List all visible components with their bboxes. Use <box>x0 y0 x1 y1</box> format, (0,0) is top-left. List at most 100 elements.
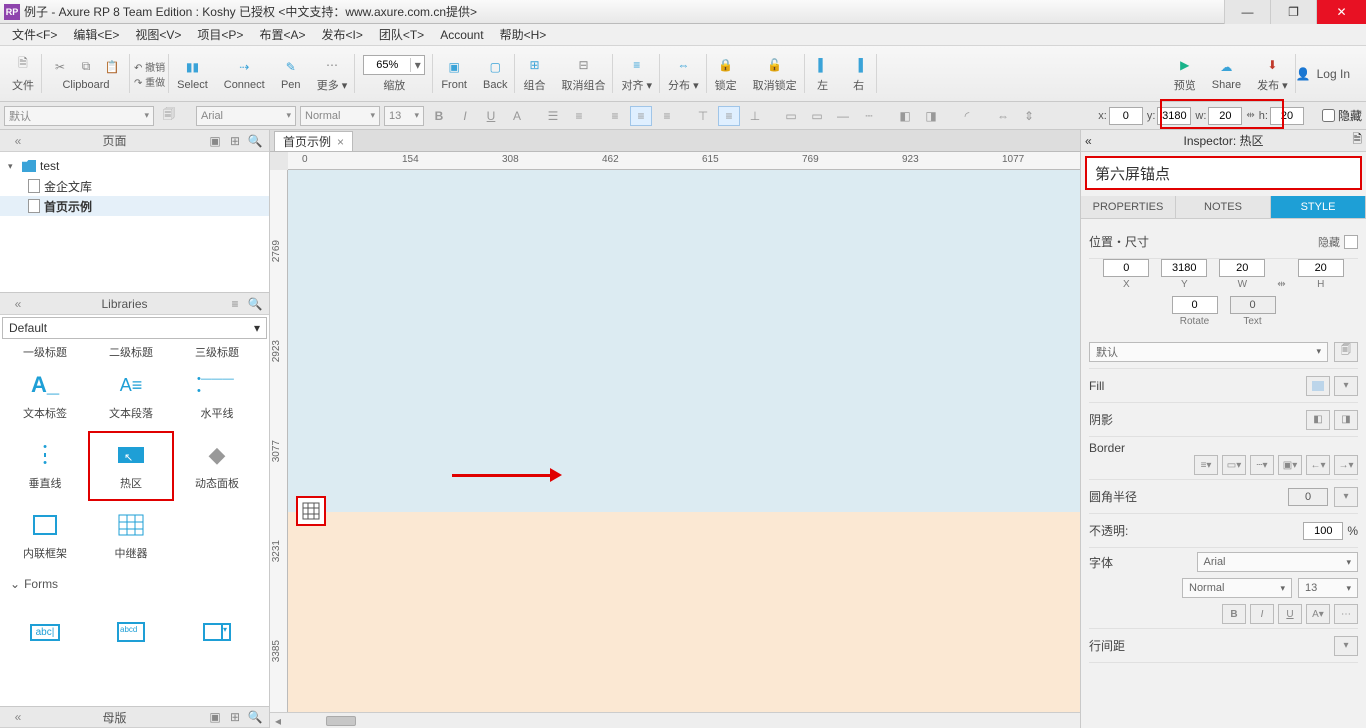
style-manager-icon[interactable]: 🗐 <box>158 106 180 126</box>
login-button[interactable]: 👤Log In <box>1296 67 1362 81</box>
more-label[interactable]: 更多 ▾ <box>317 77 348 93</box>
valign-top-icon[interactable]: ⊤ <box>692 106 714 126</box>
lib-item-textarea[interactable]: abcd <box>88 597 174 667</box>
align-right-icon[interactable]: ▐ <box>849 55 869 75</box>
fill-dropdown-icon[interactable]: ▾ <box>1334 376 1358 396</box>
align-label[interactable]: 对齐 ▾ <box>621 77 652 93</box>
border-style-btn[interactable]: ┄▾ <box>1250 455 1274 475</box>
tab-properties[interactable]: PROPERTIES <box>1081 196 1176 218</box>
close-button[interactable]: ✕ <box>1316 0 1366 24</box>
search-icon[interactable]: 🔍 <box>247 709 263 725</box>
lib-item[interactable]: 二级标题 <box>88 345 174 359</box>
x-input[interactable] <box>1109 107 1143 125</box>
search-icon[interactable]: 🔍 <box>247 296 263 312</box>
add-page-icon[interactable]: ⊞ <box>227 133 243 149</box>
collapse-icon[interactable]: « <box>1085 134 1092 148</box>
tab-notes[interactable]: NOTES <box>1176 196 1271 218</box>
lock-icon[interactable]: 🔒 <box>716 55 736 75</box>
align-right-text-icon[interactable]: ≡ <box>656 106 678 126</box>
lib-item-paragraph[interactable]: A≡文本段落 <box>88 361 174 431</box>
lib-item[interactable]: 一级标题 <box>2 345 88 359</box>
font-size-combo[interactable]: 13▾ <box>384 106 424 126</box>
menu-edit[interactable]: 编辑<E> <box>67 24 125 45</box>
font-weight-combo[interactable]: Normal▾ <box>300 106 380 126</box>
inner-shadow-btn[interactable]: ◨ <box>1334 410 1358 430</box>
font-family-combo[interactable]: Arial▾ <box>1197 552 1359 572</box>
insp-y-input[interactable] <box>1161 259 1207 277</box>
w-input[interactable] <box>1208 107 1242 125</box>
forms-category[interactable]: ⌄Forms <box>2 571 267 597</box>
lib-item-textfield[interactable]: abc| <box>2 597 88 667</box>
share-icon[interactable]: ☁ <box>1216 57 1236 77</box>
tree-page[interactable]: 金企文库 <box>0 176 269 196</box>
radius-corners-btn[interactable]: ▾ <box>1334 487 1358 507</box>
undo-button[interactable]: ↶ 撤销 <box>134 59 165 74</box>
connect-tool-icon[interactable]: ⇢ <box>234 57 254 77</box>
lib-item-text-label[interactable]: A_文本标签 <box>2 361 88 431</box>
insp-h-input[interactable] <box>1298 259 1344 277</box>
bring-front-icon[interactable]: ▣ <box>444 57 464 77</box>
padding-h-icon[interactable]: ⇔ <box>992 106 1014 126</box>
menu-arrange[interactable]: 布置<A> <box>253 24 311 45</box>
collapse-icon[interactable]: « <box>10 133 26 149</box>
lib-item-droplist[interactable]: ▾ <box>174 597 260 667</box>
lib-item-hotspot[interactable]: ↖热区 <box>88 431 174 501</box>
preview-icon[interactable]: ▶ <box>1175 55 1195 75</box>
lib-item-iframe[interactable]: 内联框架 <box>2 501 88 571</box>
menu-file[interactable]: 文件<F> <box>6 24 63 45</box>
font-weight-combo[interactable]: Normal▾ <box>1182 578 1292 598</box>
menu-publish[interactable]: 发布<I> <box>315 24 368 45</box>
lib-item-dynamic-panel[interactable]: ◆动态面板 <box>174 431 260 501</box>
insp-x-input[interactable] <box>1103 259 1149 277</box>
notes-icon[interactable]: 🗎 <box>1352 130 1362 151</box>
line-style-icon[interactable]: ┄ <box>858 106 880 126</box>
underline-btn[interactable]: U <box>1278 604 1302 624</box>
font-size-combo[interactable]: 13▾ <box>1298 578 1358 598</box>
maximize-button[interactable]: ❐ <box>1270 0 1316 24</box>
lib-item[interactable]: 三级标题 <box>174 345 260 359</box>
tree-folder[interactable]: ▾test <box>0 156 269 176</box>
line-height-btn[interactable]: ▾ <box>1334 636 1358 656</box>
group-icon[interactable]: ⊞ <box>524 55 544 75</box>
valign-mid-icon[interactable]: ≡ <box>718 106 740 126</box>
ungroup-icon[interactable]: ⊟ <box>573 55 593 75</box>
menu-team[interactable]: 团队<T> <box>373 24 430 45</box>
new-file-icon[interactable]: 🗎 <box>13 55 33 75</box>
more-tools-icon[interactable]: ⋯ <box>322 55 342 75</box>
style-preset-combo[interactable]: 默认▾ <box>1089 342 1328 362</box>
copy-icon[interactable]: ⧉ <box>76 57 96 77</box>
search-icon[interactable]: 🔍 <box>247 133 263 149</box>
horizontal-scrollbar[interactable]: ◂ <box>270 712 1080 728</box>
publish-icon[interactable]: ⬇ <box>1262 55 1282 75</box>
font-color-btn[interactable]: A▾ <box>1306 604 1330 624</box>
publish-label[interactable]: 发布 ▾ <box>1257 77 1288 93</box>
zoom-control[interactable]: ▾ <box>363 55 425 75</box>
paste-icon[interactable]: 📋 <box>102 57 122 77</box>
design-canvas[interactable] <box>288 170 1080 712</box>
border-width-btn[interactable]: ≡▾ <box>1194 455 1218 475</box>
y-input[interactable] <box>1157 107 1191 125</box>
bullet-list-icon[interactable]: ☰ <box>542 106 564 126</box>
select-tool-icon[interactable]: ▮▮ <box>182 57 202 77</box>
padding-v-icon[interactable]: ⇕ <box>1018 106 1040 126</box>
zoom-input[interactable] <box>364 59 410 71</box>
pen-tool-icon[interactable]: ✎ <box>281 57 301 77</box>
close-tab-icon[interactable]: × <box>337 135 344 149</box>
more-font-btn[interactable]: ⋯ <box>1334 604 1358 624</box>
align-left-text-icon[interactable]: ≡ <box>604 106 626 126</box>
bold-btn[interactable]: B <box>1222 604 1246 624</box>
line-width-icon[interactable]: — <box>832 106 854 126</box>
lib-menu-icon[interactable]: ≡ <box>227 296 243 312</box>
menu-view[interactable]: 视图<V> <box>129 24 187 45</box>
add-folder-icon[interactable]: ▣ <box>207 133 223 149</box>
page-tab[interactable]: 首页示例× <box>274 131 353 151</box>
zoom-down-icon[interactable]: ▾ <box>410 58 424 72</box>
library-selector[interactable]: Default▾ <box>2 317 267 339</box>
font-color-icon[interactable]: A <box>506 106 528 126</box>
aspect-lock-icon[interactable]: ⇹ <box>1277 279 1285 290</box>
h-input[interactable] <box>1270 107 1304 125</box>
cut-icon[interactable]: ✂ <box>50 57 70 77</box>
arrow-start-btn[interactable]: ←▾ <box>1306 455 1330 475</box>
bold-icon[interactable]: B <box>428 106 450 126</box>
fill-color-swatch[interactable] <box>1306 376 1330 396</box>
